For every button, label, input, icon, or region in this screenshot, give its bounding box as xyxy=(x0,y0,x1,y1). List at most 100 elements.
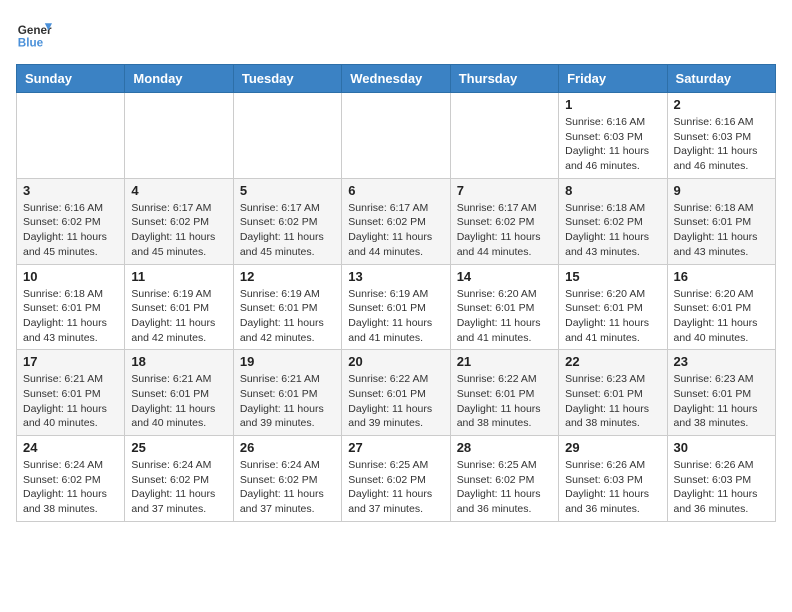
day-info: Sunrise: 6:21 AMSunset: 6:01 PMDaylight:… xyxy=(240,372,335,431)
day-number: 29 xyxy=(565,440,660,455)
day-info: Sunrise: 6:24 AMSunset: 6:02 PMDaylight:… xyxy=(23,458,118,517)
weekday-header: Monday xyxy=(125,65,233,93)
logo-icon: General Blue xyxy=(16,16,52,52)
weekday-header: Sunday xyxy=(17,65,125,93)
calendar-cell: 11 Sunrise: 6:19 AMSunset: 6:01 PMDayligh… xyxy=(125,264,233,350)
day-info: Sunrise: 6:25 AMSunset: 6:02 PMDaylight:… xyxy=(348,458,443,517)
calendar-cell: 5 Sunrise: 6:17 AMSunset: 6:02 PMDaylight… xyxy=(233,178,341,264)
day-number: 20 xyxy=(348,354,443,369)
calendar-cell: 19 Sunrise: 6:21 AMSunset: 6:01 PMDayligh… xyxy=(233,350,341,436)
day-info: Sunrise: 6:18 AMSunset: 6:02 PMDaylight:… xyxy=(565,201,660,260)
day-info: Sunrise: 6:19 AMSunset: 6:01 PMDaylight:… xyxy=(348,287,443,346)
day-info: Sunrise: 6:18 AMSunset: 6:01 PMDaylight:… xyxy=(674,201,769,260)
day-number: 6 xyxy=(348,183,443,198)
day-number: 14 xyxy=(457,269,552,284)
day-number: 4 xyxy=(131,183,226,198)
day-number: 5 xyxy=(240,183,335,198)
day-number: 19 xyxy=(240,354,335,369)
weekday-header: Tuesday xyxy=(233,65,341,93)
day-info: Sunrise: 6:17 AMSunset: 6:02 PMDaylight:… xyxy=(348,201,443,260)
calendar-cell: 4 Sunrise: 6:17 AMSunset: 6:02 PMDaylight… xyxy=(125,178,233,264)
page-header: General Blue xyxy=(16,16,776,52)
calendar-header: SundayMondayTuesdayWednesdayThursdayFrid… xyxy=(17,65,776,93)
day-number: 24 xyxy=(23,440,118,455)
calendar-cell: 28 Sunrise: 6:25 AMSunset: 6:02 PMDayligh… xyxy=(450,436,558,522)
day-info: Sunrise: 6:21 AMSunset: 6:01 PMDaylight:… xyxy=(23,372,118,431)
calendar-cell: 8 Sunrise: 6:18 AMSunset: 6:02 PMDaylight… xyxy=(559,178,667,264)
day-number: 27 xyxy=(348,440,443,455)
calendar-cell xyxy=(125,93,233,179)
calendar-cell: 18Sunrise: 6:21 AMSunset: 6:01 PMDayligh… xyxy=(125,350,233,436)
logo: General Blue xyxy=(16,16,52,52)
day-info: Sunrise: 6:19 AMSunset: 6:01 PMDaylight:… xyxy=(131,287,226,346)
day-info: Sunrise: 6:17 AMSunset: 6:02 PMDaylight:… xyxy=(457,201,552,260)
day-number: 8 xyxy=(565,183,660,198)
day-number: 21 xyxy=(457,354,552,369)
day-info: Sunrise: 6:25 AMSunset: 6:02 PMDaylight:… xyxy=(457,458,552,517)
calendar-cell xyxy=(450,93,558,179)
day-number: 13 xyxy=(348,269,443,284)
calendar-cell: 13 Sunrise: 6:19 AMSunset: 6:01 PMDayligh… xyxy=(342,264,450,350)
calendar-cell: 10 Sunrise: 6:18 AMSunset: 6:01 PMDayligh… xyxy=(17,264,125,350)
calendar-cell: 27 Sunrise: 6:25 AMSunset: 6:02 PMDayligh… xyxy=(342,436,450,522)
day-number: 9 xyxy=(674,183,769,198)
day-number: 12 xyxy=(240,269,335,284)
calendar-cell: 3Sunrise: 6:16 AMSunset: 6:02 PMDaylight… xyxy=(17,178,125,264)
day-info: Sunrise: 6:18 AMSunset: 6:01 PMDaylight:… xyxy=(23,287,118,346)
calendar-cell: 1 Sunrise: 6:16 AMSunset: 6:03 PMDaylight… xyxy=(559,93,667,179)
day-info: Sunrise: 6:22 AMSunset: 6:01 PMDaylight:… xyxy=(348,372,443,431)
day-number: 22 xyxy=(565,354,660,369)
day-info: Sunrise: 6:22 AMSunset: 6:01 PMDaylight:… xyxy=(457,372,552,431)
calendar-cell: 24 Sunrise: 6:24 AMSunset: 6:02 PMDayligh… xyxy=(17,436,125,522)
calendar-cell: 26Sunrise: 6:24 AMSunset: 6:02 PMDayligh… xyxy=(233,436,341,522)
day-number: 30 xyxy=(674,440,769,455)
day-number: 7 xyxy=(457,183,552,198)
svg-text:Blue: Blue xyxy=(18,37,44,50)
day-number: 2 xyxy=(674,97,769,112)
day-info: Sunrise: 6:20 AMSunset: 6:01 PMDaylight:… xyxy=(457,287,552,346)
calendar-cell: 14 Sunrise: 6:20 AMSunset: 6:01 PMDayligh… xyxy=(450,264,558,350)
day-info: Sunrise: 6:20 AMSunset: 6:01 PMDaylight:… xyxy=(565,287,660,346)
day-number: 23 xyxy=(674,354,769,369)
calendar-table: SundayMondayTuesdayWednesdayThursdayFrid… xyxy=(16,64,776,522)
weekday-header: Thursday xyxy=(450,65,558,93)
day-info: Sunrise: 6:23 AMSunset: 6:01 PMDaylight:… xyxy=(674,372,769,431)
day-number: 18 xyxy=(131,354,226,369)
weekday-header: Saturday xyxy=(667,65,775,93)
calendar-cell: 6 Sunrise: 6:17 AMSunset: 6:02 PMDaylight… xyxy=(342,178,450,264)
day-info: Sunrise: 6:26 AMSunset: 6:03 PMDaylight:… xyxy=(565,458,660,517)
day-number: 25 xyxy=(131,440,226,455)
calendar-cell: 7 Sunrise: 6:17 AMSunset: 6:02 PMDaylight… xyxy=(450,178,558,264)
calendar-cell: 2 Sunrise: 6:16 AMSunset: 6:03 PMDaylight… xyxy=(667,93,775,179)
day-number: 17 xyxy=(23,354,118,369)
day-info: Sunrise: 6:19 AMSunset: 6:01 PMDaylight:… xyxy=(240,287,335,346)
calendar-cell: 20 Sunrise: 6:22 AMSunset: 6:01 PMDayligh… xyxy=(342,350,450,436)
calendar-cell: 21 Sunrise: 6:22 AMSunset: 6:01 PMDayligh… xyxy=(450,350,558,436)
calendar-cell: 25 Sunrise: 6:24 AMSunset: 6:02 PMDayligh… xyxy=(125,436,233,522)
day-number: 28 xyxy=(457,440,552,455)
day-info: Sunrise: 6:23 AMSunset: 6:01 PMDaylight:… xyxy=(565,372,660,431)
calendar-cell: 23 Sunrise: 6:23 AMSunset: 6:01 PMDayligh… xyxy=(667,350,775,436)
calendar-cell: 17 Sunrise: 6:21 AMSunset: 6:01 PMDayligh… xyxy=(17,350,125,436)
day-number: 15 xyxy=(565,269,660,284)
day-number: 1 xyxy=(565,97,660,112)
day-number: 11 xyxy=(131,269,226,284)
day-info: Sunrise: 6:16 AMSunset: 6:03 PMDaylight:… xyxy=(565,115,660,174)
day-info: Sunrise: 6:16 AMSunset: 6:03 PMDaylight:… xyxy=(674,115,769,174)
calendar-cell: 22 Sunrise: 6:23 AMSunset: 6:01 PMDayligh… xyxy=(559,350,667,436)
day-info: Sunrise: 6:17 AMSunset: 6:02 PMDaylight:… xyxy=(131,201,226,260)
day-number: 16 xyxy=(674,269,769,284)
calendar-cell xyxy=(17,93,125,179)
day-info: Sunrise: 6:17 AMSunset: 6:02 PMDaylight:… xyxy=(240,201,335,260)
day-info: Sunrise: 6:24 AMSunset: 6:02 PMDaylight:… xyxy=(240,458,335,517)
day-number: 10 xyxy=(23,269,118,284)
weekday-header: Friday xyxy=(559,65,667,93)
calendar-cell: 29 Sunrise: 6:26 AMSunset: 6:03 PMDayligh… xyxy=(559,436,667,522)
calendar-cell: 16Sunrise: 6:20 AMSunset: 6:01 PMDayligh… xyxy=(667,264,775,350)
day-info: Sunrise: 6:16 AMSunset: 6:02 PMDaylight:… xyxy=(23,201,118,260)
weekday-header: Wednesday xyxy=(342,65,450,93)
day-info: Sunrise: 6:26 AMSunset: 6:03 PMDaylight:… xyxy=(674,458,769,517)
day-info: Sunrise: 6:24 AMSunset: 6:02 PMDaylight:… xyxy=(131,458,226,517)
calendar-cell: 30 Sunrise: 6:26 AMSunset: 6:03 PMDayligh… xyxy=(667,436,775,522)
calendar-cell: 15 Sunrise: 6:20 AMSunset: 6:01 PMDayligh… xyxy=(559,264,667,350)
